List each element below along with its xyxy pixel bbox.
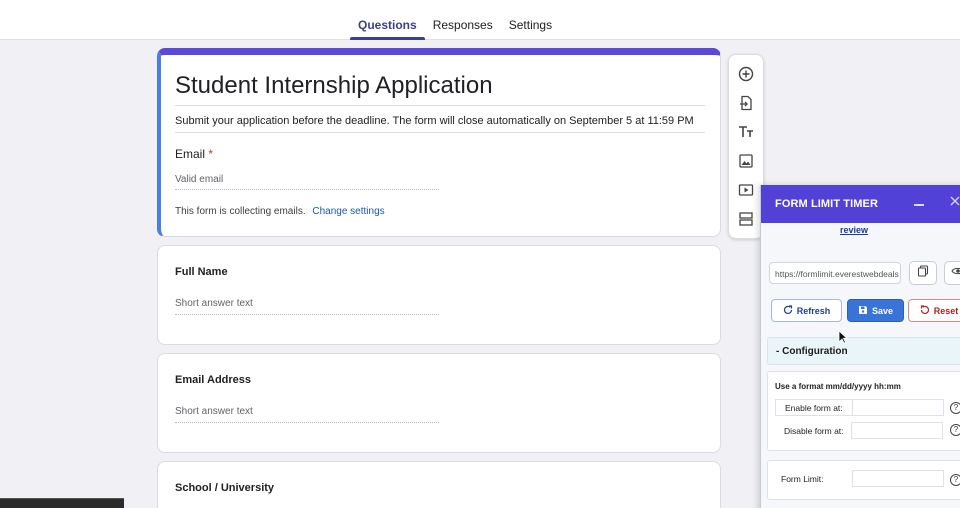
- form-limit-input[interactable]: [852, 470, 944, 487]
- bottom-left-notification-strip: [0, 498, 124, 508]
- format-hint: Use a format mm/dd/yyyy hh:mm: [775, 382, 901, 391]
- add-section-icon[interactable]: [737, 210, 755, 228]
- title-underline: [175, 105, 705, 106]
- question-card-email-address[interactable]: Email Address Short answer text: [157, 353, 721, 453]
- add-title-icon[interactable]: [737, 123, 755, 141]
- mouse-cursor-icon: [838, 330, 849, 344]
- email-label-text: Email: [175, 147, 206, 161]
- collecting-emails-note: This form is collecting emails. Change s…: [175, 206, 385, 217]
- copy-url-button[interactable]: [909, 261, 937, 285]
- review-link[interactable]: review: [840, 225, 868, 235]
- email-label: Email *: [175, 147, 213, 161]
- form-side-toolbar: [728, 54, 764, 239]
- collecting-text: This form is collecting emails.: [175, 206, 306, 217]
- enable-help-icon[interactable]: ?: [950, 402, 960, 414]
- save-label: Save: [871, 305, 894, 316]
- change-settings-link[interactable]: Change settings: [312, 206, 384, 217]
- preview-button[interactable]: [944, 261, 960, 285]
- add-image-icon[interactable]: [737, 152, 755, 170]
- save-button[interactable]: Save: [847, 299, 904, 322]
- top-bar: Questions Responses Settings: [0, 0, 960, 40]
- enable-form-label: Enable form at:: [785, 403, 843, 413]
- answer-line: [175, 314, 439, 315]
- eye-icon: [951, 264, 960, 282]
- email-field-line: [175, 189, 439, 190]
- description-underline: [175, 132, 705, 133]
- question-title[interactable]: School / University: [175, 482, 274, 494]
- question-title[interactable]: Full Name: [175, 266, 228, 278]
- form-limit-help-icon[interactable]: ?: [950, 474, 960, 486]
- reset-icon: [920, 304, 930, 317]
- reset-label: Reset: [933, 305, 959, 316]
- form-limit-timer-panel: FORM LIMIT TIMER review https://formlimi…: [760, 185, 960, 508]
- form-limit-row: Form Limit:: [772, 470, 944, 488]
- short-answer-placeholder: Short answer text: [175, 298, 253, 309]
- form-title[interactable]: Student Internship Application: [175, 72, 493, 100]
- disable-form-label: Disable form at:: [784, 426, 844, 436]
- add-question-icon[interactable]: [737, 65, 755, 83]
- short-answer-placeholder: Short answer text: [175, 406, 253, 417]
- required-asterisk: *: [208, 147, 214, 161]
- form-url-field[interactable]: https://formlimit.everestwebdeals: [769, 262, 901, 284]
- import-questions-icon[interactable]: [737, 94, 755, 112]
- tab-responses[interactable]: Responses: [425, 0, 501, 40]
- tab-settings[interactable]: Settings: [501, 0, 560, 40]
- close-icon[interactable]: [949, 195, 960, 209]
- minimize-icon[interactable]: [913, 195, 927, 209]
- form-description[interactable]: Submit your application before the deadl…: [175, 115, 694, 127]
- form-header-card[interactable]: Student Internship Application Submit yo…: [157, 48, 721, 237]
- configuration-toggle[interactable]: - Configuration: [767, 337, 960, 365]
- enable-form-input[interactable]: [852, 399, 944, 416]
- schedule-config-box: Use a format mm/dd/yyyy hh:mm Enable for…: [767, 371, 960, 451]
- answer-line: [175, 422, 439, 423]
- question-card-full-name[interactable]: Full Name Short answer text: [157, 245, 721, 345]
- tab-questions[interactable]: Questions: [350, 0, 425, 40]
- add-video-icon[interactable]: [737, 181, 755, 199]
- refresh-label: Refresh: [796, 305, 831, 316]
- question-title[interactable]: Email Address: [175, 374, 251, 386]
- disable-help-icon[interactable]: ?: [950, 424, 960, 436]
- enable-form-row: Enable form at:: [775, 399, 944, 416]
- save-icon: [858, 305, 868, 317]
- panel-title: FORM LIMIT TIMER: [775, 198, 879, 210]
- email-placeholder: Valid email: [175, 174, 224, 185]
- disable-form-row: Disable form at:: [775, 422, 943, 440]
- tab-bar: Questions Responses Settings: [350, 0, 560, 40]
- reset-button[interactable]: Reset: [908, 299, 960, 322]
- refresh-button[interactable]: Refresh: [771, 299, 842, 322]
- disable-form-input[interactable]: [851, 422, 943, 439]
- form-limit-box: Form Limit: ?: [767, 460, 960, 500]
- question-card-school[interactable]: School / University: [157, 461, 721, 508]
- refresh-icon: [783, 304, 793, 317]
- panel-header: FORM LIMIT TIMER: [761, 185, 960, 223]
- copy-icon: [917, 264, 929, 282]
- form-limit-label: Form Limit:: [781, 474, 824, 484]
